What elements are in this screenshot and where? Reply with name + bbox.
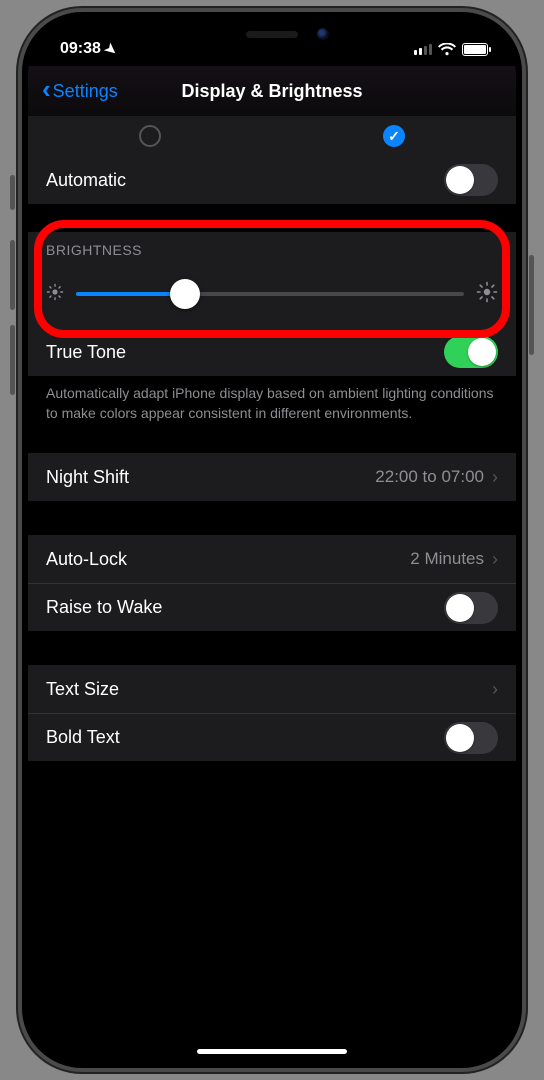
cellular-signal-icon [414,43,432,55]
screen: 09:38 ➤ ‹ Settings Display & Brightness [28,18,516,1062]
nav-back-label: Settings [53,81,118,102]
phone-frame: 09:38 ➤ ‹ Settings Display & Brightness [18,8,526,1072]
brightness-slider[interactable] [76,280,464,308]
true-tone-toggle[interactable] [444,336,498,368]
raise-to-wake-label: Raise to Wake [46,597,162,618]
phone-mute-switch [10,175,15,210]
bold-text-toggle[interactable] [444,722,498,754]
raise-to-wake-toggle[interactable] [444,592,498,624]
notch [157,18,387,52]
phone-volume-up [10,240,15,310]
chevron-left-icon: ‹ [42,76,51,102]
page-title: Display & Brightness [181,81,362,102]
brightness-slider-row [28,266,516,328]
front-camera [317,28,329,40]
phone-volume-down [10,325,15,395]
raise-to-wake-row[interactable]: Raise to Wake [28,583,516,631]
wifi-icon [438,43,456,56]
auto-lock-value: 2 Minutes [410,549,484,569]
chevron-right-icon: › [492,467,498,488]
brightness-section-header: BRIGHTNESS [28,242,516,266]
sun-max-icon [476,281,498,308]
auto-lock-label: Auto-Lock [46,549,127,570]
location-icon: ➤ [101,39,121,60]
text-size-label: Text Size [46,679,119,700]
phone-side-button [529,255,534,355]
true-tone-label: True Tone [46,342,126,363]
speaker-grille [246,31,298,38]
automatic-label: Automatic [46,170,126,191]
nav-back-button[interactable]: ‹ Settings [42,78,118,104]
appearance-dark-radio[interactable] [383,125,405,147]
bold-text-row[interactable]: Bold Text [28,713,516,761]
night-shift-row[interactable]: Night Shift 22:00 to 07:00 › [28,453,516,501]
appearance-selection-row [28,116,516,156]
home-indicator[interactable] [197,1049,347,1054]
true-tone-row[interactable]: True Tone [28,328,516,376]
night-shift-value: 22:00 to 07:00 [375,467,484,487]
chevron-right-icon: › [492,679,498,700]
bold-text-label: Bold Text [46,727,120,748]
nav-bar: ‹ Settings Display & Brightness [28,66,516,116]
text-size-row[interactable]: Text Size › [28,665,516,713]
sun-min-icon [46,283,64,306]
auto-lock-row[interactable]: Auto-Lock 2 Minutes › [28,535,516,583]
status-time: 09:38 [60,40,101,58]
battery-icon [462,43,488,56]
automatic-row[interactable]: Automatic [28,156,516,204]
night-shift-label: Night Shift [46,467,129,488]
true-tone-footnote: Automatically adapt iPhone display based… [28,376,516,423]
chevron-right-icon: › [492,549,498,570]
appearance-light-radio[interactable] [139,125,161,147]
automatic-toggle[interactable] [444,164,498,196]
